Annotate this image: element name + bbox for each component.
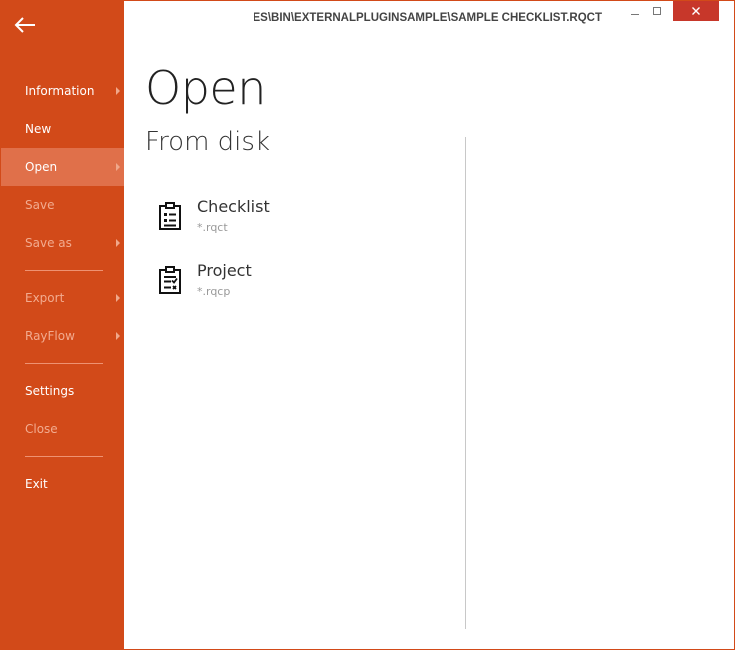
section-title: From disk	[145, 127, 271, 157]
chevron-right-icon	[116, 239, 120, 247]
arrow-left-icon	[14, 17, 35, 33]
nav-label: Save	[25, 198, 55, 212]
nav-export[interactable]: Export	[1, 279, 124, 317]
nav-close[interactable]: Close	[1, 410, 124, 448]
nav-label: Settings	[25, 384, 75, 398]
project-icon	[159, 266, 181, 294]
nav-label: Open	[25, 160, 58, 174]
nav-new[interactable]: New	[1, 110, 124, 148]
file-type-name: Checklist	[197, 197, 270, 216]
nav-label: New	[25, 122, 52, 136]
nav-label: Close	[25, 422, 58, 436]
file-type-extension: *.rqcp	[197, 285, 231, 298]
nav-rayflow[interactable]: RayFlow	[1, 317, 124, 355]
nav-save[interactable]: Save	[1, 186, 124, 224]
back-button[interactable]	[13, 13, 37, 37]
nav-divider	[25, 456, 103, 457]
nav-save-as[interactable]: Save as	[1, 224, 124, 262]
nav-open[interactable]: Open	[1, 148, 124, 186]
main-content: Open From disk Checklist *.rqct Project …	[124, 35, 734, 649]
chevron-right-icon	[116, 163, 120, 171]
nav-label: Export	[25, 291, 65, 305]
nav-label: Exit	[25, 477, 48, 491]
maximize-icon	[653, 7, 661, 15]
nav-divider	[25, 270, 103, 271]
nav-label: RayFlow	[25, 329, 75, 343]
file-type-extension: *.rqct	[197, 221, 228, 234]
nav-information[interactable]: Information	[1, 72, 124, 110]
nav-label: Information	[25, 84, 95, 98]
minimize-icon	[631, 14, 639, 15]
title-bar[interactable]: \DEVICES\BIN\EXTERNALPLUGINSAMPLE\SAMPLE…	[124, 1, 734, 35]
nav-label: Save as	[25, 236, 72, 250]
checklist-icon	[159, 202, 181, 230]
chevron-right-icon	[116, 294, 120, 302]
file-type-name: Project	[197, 261, 252, 280]
minimize-button[interactable]	[624, 1, 646, 21]
nav-divider	[25, 363, 103, 364]
chevron-right-icon	[116, 332, 120, 340]
open-checklist-item[interactable]: Checklist *.rqct	[154, 195, 454, 247]
nav-settings[interactable]: Settings	[1, 372, 124, 410]
chevron-right-icon	[116, 87, 120, 95]
app-window: Information New Open Save Save as Export…	[0, 0, 735, 650]
open-project-item[interactable]: Project *.rqcp	[154, 259, 454, 311]
close-window-button[interactable]	[673, 1, 719, 21]
maximize-button[interactable]	[646, 1, 668, 21]
window-title: \DEVICES\BIN\EXTERNALPLUGINSAMPLE\SAMPLE…	[254, 12, 602, 24]
page-title: Open	[145, 61, 266, 115]
panel-divider	[465, 137, 466, 629]
close-icon	[692, 7, 700, 15]
backstage-sidebar: Information New Open Save Save as Export…	[1, 1, 124, 649]
nav-exit[interactable]: Exit	[1, 465, 124, 503]
